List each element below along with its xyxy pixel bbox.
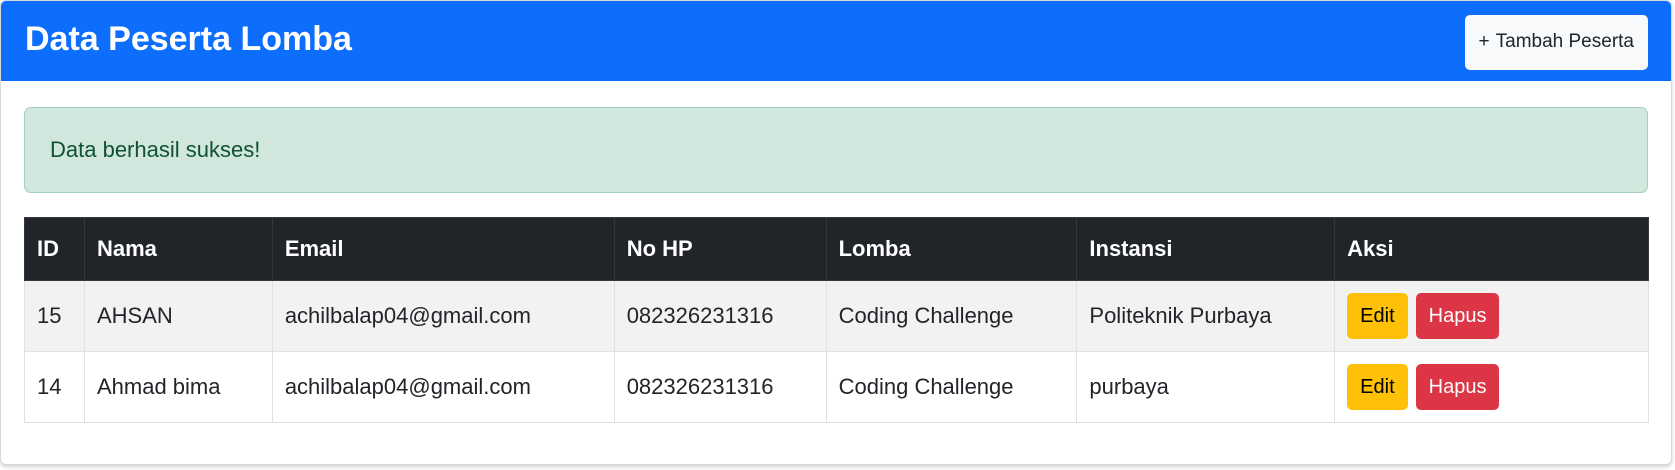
cell-actions: Edit Hapus <box>1334 280 1649 352</box>
table-header-row: ID Nama Email No HP Lomba Instansi Aksi <box>24 217 1649 281</box>
card-header: Data Peserta Lomba + Tambah Peserta <box>1 1 1671 81</box>
alert-message: Data berhasil sukses! <box>50 137 261 162</box>
cell-nama: AHSAN <box>83 280 273 352</box>
column-header-lomba: Lomba <box>825 217 1078 281</box>
edit-button[interactable]: Edit <box>1347 293 1408 339</box>
edit-button[interactable]: Edit <box>1347 364 1408 410</box>
cell-no-hp: 082326231316 <box>613 351 827 423</box>
cell-actions: Edit Hapus <box>1334 351 1649 423</box>
cell-lomba: Coding Challenge <box>825 280 1078 352</box>
participants-card: Data Peserta Lomba + Tambah Peserta Data… <box>0 0 1672 465</box>
column-header-aksi: Aksi <box>1334 217 1649 281</box>
success-alert: Data berhasil sukses! <box>24 107 1648 193</box>
participants-table: ID Nama Email No HP Lomba Instansi Aksi … <box>24 217 1649 423</box>
delete-button[interactable]: Hapus <box>1415 293 1500 339</box>
card-body: Data berhasil sukses! ID Nama Email No H… <box>1 81 1671 423</box>
cell-instansi: purbaya <box>1076 351 1336 423</box>
plus-icon: + <box>1478 31 1490 52</box>
column-header-no-hp: No HP <box>613 217 827 281</box>
table-row: 14 Ahmad bima achilbalap04@gmail.com 082… <box>24 351 1649 423</box>
cell-id: 15 <box>24 280 85 352</box>
column-header-nama: Nama <box>83 217 273 281</box>
column-header-email: Email <box>271 217 615 281</box>
table-row: 15 AHSAN achilbalap04@gmail.com 08232623… <box>24 280 1649 352</box>
row-actions: Edit Hapus <box>1347 293 1636 339</box>
cell-email: achilbalap04@gmail.com <box>271 280 615 352</box>
add-participant-button[interactable]: + Tambah Peserta <box>1464 14 1648 70</box>
add-participant-label: Tambah Peserta <box>1495 31 1634 52</box>
cell-lomba: Coding Challenge <box>825 351 1078 423</box>
cell-email: achilbalap04@gmail.com <box>271 351 615 423</box>
row-actions: Edit Hapus <box>1347 364 1636 410</box>
cell-instansi: Politeknik Purbaya <box>1076 280 1336 352</box>
cell-id: 14 <box>24 351 85 423</box>
column-header-instansi: Instansi <box>1076 217 1336 281</box>
cell-nama: Ahmad bima <box>83 351 273 423</box>
column-header-id: ID <box>24 217 85 281</box>
delete-button[interactable]: Hapus <box>1415 364 1500 410</box>
page-title: Data Peserta Lomba <box>25 19 352 58</box>
cell-no-hp: 082326231316 <box>613 280 827 352</box>
